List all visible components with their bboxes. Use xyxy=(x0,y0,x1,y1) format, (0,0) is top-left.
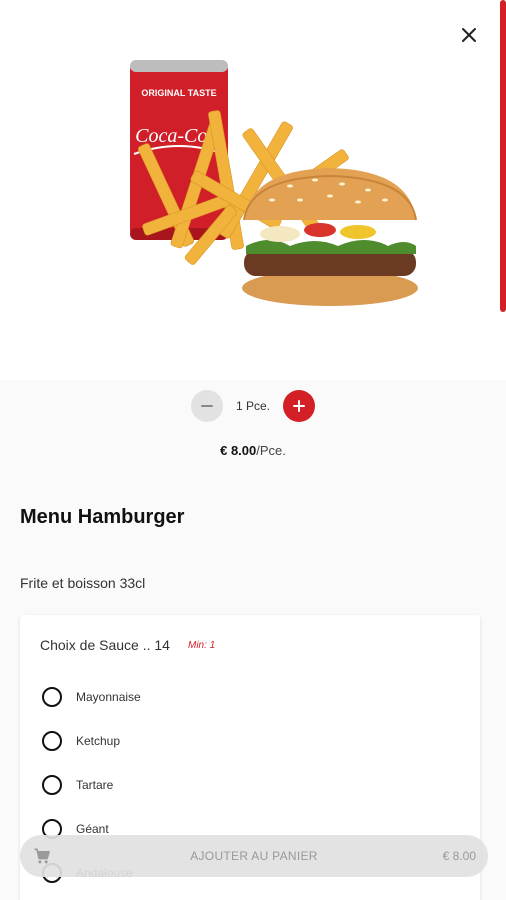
product-image-area: ORIGINAL TASTE Coca-Cola xyxy=(0,0,506,380)
option-tartare[interactable]: Tartare xyxy=(42,775,113,795)
quantity-stepper: 1 Pce. xyxy=(0,390,506,422)
product-image: ORIGINAL TASTE Coca-Cola xyxy=(130,60,418,306)
options-min-label: Min: 1 xyxy=(187,639,216,651)
add-to-cart-label: AJOUTER AU PANIER xyxy=(190,849,318,863)
options-group-header: Choix de Sauce .. 14 Min: 1 xyxy=(40,637,215,653)
scrollbar[interactable] xyxy=(500,0,506,312)
price-unit: /Pce. xyxy=(256,443,286,458)
unit-price: € 8.00/Pce. xyxy=(0,443,506,458)
plus-icon xyxy=(293,400,305,412)
minus-icon xyxy=(201,405,213,407)
cart-total: € 8.00 xyxy=(442,849,476,863)
option-label: Ketchup xyxy=(76,734,121,748)
can-text-top: ORIGINAL TASTE xyxy=(141,88,216,98)
radio-button[interactable] xyxy=(42,731,62,751)
close-icon xyxy=(462,28,476,42)
option-ketchup[interactable]: Ketchup xyxy=(42,731,120,751)
radio-button[interactable] xyxy=(42,687,62,707)
increase-quantity-button[interactable] xyxy=(283,390,315,422)
option-label: Tartare xyxy=(76,778,114,792)
quantity-value: 1 Pce. xyxy=(235,399,271,413)
product-title: Menu Hamburger xyxy=(20,506,185,528)
option-label: Mayonnaise xyxy=(76,690,141,704)
close-button[interactable] xyxy=(458,24,480,46)
product-description: Frite et boisson 33cl xyxy=(20,575,146,591)
add-to-cart-button[interactable]: AJOUTER AU PANIER € 8.00 xyxy=(20,835,488,877)
price-amount: € 8.00 xyxy=(220,443,257,458)
options-group-title: Choix de Sauce .. 14 xyxy=(40,637,170,653)
option-mayonnaise[interactable]: Mayonnaise xyxy=(42,687,141,707)
option-label: Géant xyxy=(76,822,109,836)
decrease-quantity-button[interactable] xyxy=(191,390,223,422)
radio-button[interactable] xyxy=(42,775,62,795)
